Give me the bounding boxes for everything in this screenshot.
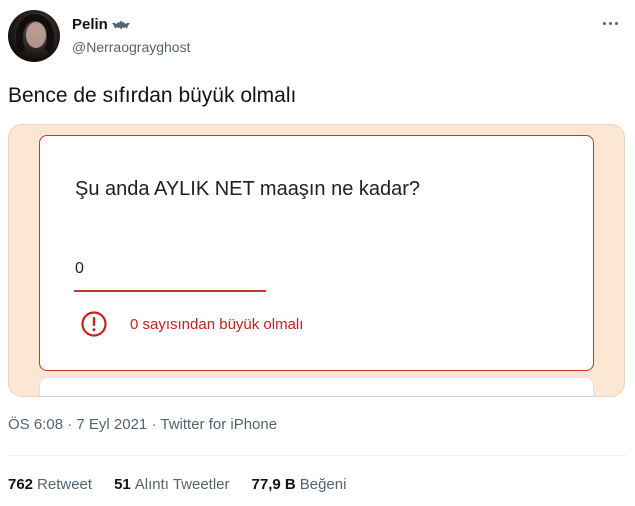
author-name[interactable]: Pelin: [72, 16, 108, 33]
form-error-text: 0 sayısından büyük olmalı: [130, 315, 304, 333]
author-handle[interactable]: @Nerraograyghost: [72, 39, 191, 55]
answer-underline: [74, 290, 266, 292]
tweet-source[interactable]: Twitter for iPhone: [160, 416, 277, 433]
avatar[interactable]: [8, 10, 60, 62]
tweet-stats: 762 Retweet 51 Alıntı Tweetler 77,9 B Be…: [8, 476, 346, 493]
tweet-media-image[interactable]: Şu anda AYLIK NET maaşın ne kadar? 0 0 s…: [8, 124, 625, 397]
form-question: Şu anda AYLIK NET maaşın ne kadar?: [75, 178, 421, 200]
bat-icon: [111, 20, 130, 29]
error-icon: [81, 311, 107, 337]
form-question-card: Şu anda AYLIK NET maaşın ne kadar? 0 0 s…: [39, 135, 594, 371]
tweet-meta: ÖS 6:08 · 7 Eyl 2021 · Twitter for iPhon…: [8, 416, 278, 433]
form-answer-field: 0: [75, 260, 84, 277]
retweet-count[interactable]: 762 Retweet: [8, 476, 92, 493]
more-options-icon[interactable]: [603, 20, 621, 26]
avatar-face: [26, 22, 46, 48]
likes-count[interactable]: 77,9 B Beğeni: [252, 476, 347, 493]
quote-tweets-count[interactable]: 51 Alıntı Tweetler: [114, 476, 229, 493]
author-name-row[interactable]: Pelin: [72, 16, 130, 33]
next-form-card-edge: [39, 377, 594, 396]
tweet-date[interactable]: 7 Eyl 2021: [76, 416, 147, 433]
tweet-text: Bence de sıfırdan büyük olmalı: [8, 84, 297, 107]
divider: [8, 455, 627, 456]
form-error: 0 sayısından büyük olmalı: [80, 310, 303, 338]
tweet-time[interactable]: ÖS 6:08: [8, 416, 63, 433]
